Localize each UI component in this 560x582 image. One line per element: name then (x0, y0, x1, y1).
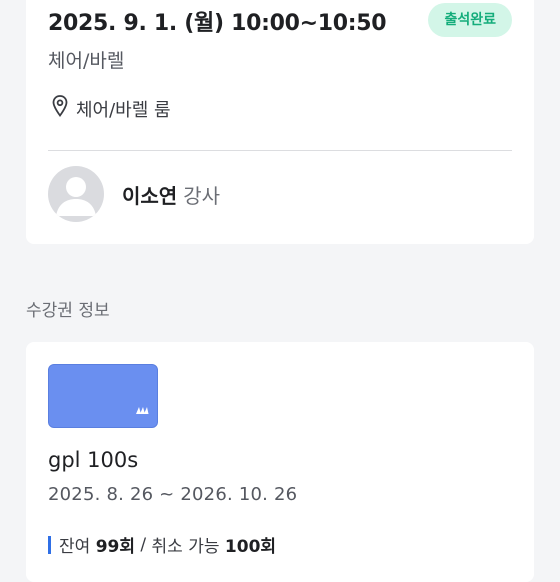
room-label: 체어/바렐 룸 (76, 99, 171, 121)
lesson-card: 2025. 9. 1. (월) 10:00~10:50 출석완료 체어/바렐 체… (26, 0, 534, 244)
accent-bar (48, 535, 51, 554)
instructor-info: 이소연 강사 (122, 180, 220, 209)
cancel-count: 100회 (224, 537, 277, 557)
pass-info-card[interactable]: gpl 100s 2025. 8. 26 ~ 2026. 10. 26 잔여 9… (26, 342, 534, 582)
pass-section-title: 수강권 정보 (26, 301, 110, 321)
avatar-placeholder-icon (48, 166, 104, 222)
remaining-count: 99회 (95, 537, 135, 557)
room-row: 체어/바렐 룸 (52, 95, 171, 122)
instructor-name: 이소연 (122, 184, 178, 208)
cancel-label: 취소 가능 (151, 537, 220, 557)
divider (48, 150, 512, 151)
attendance-status-badge: 출석완료 (428, 3, 512, 37)
usage-separator: / (140, 534, 147, 555)
pass-name: gpl 100s (48, 448, 139, 472)
brand-logo-icon (135, 400, 149, 419)
remaining-label: 잔여 (59, 537, 91, 557)
location-pin-icon (52, 95, 76, 122)
pass-card-image (48, 364, 158, 428)
pass-usage: 잔여 99회 / 취소 가능 100회 (48, 532, 276, 557)
pass-period: 2025. 8. 26 ~ 2026. 10. 26 (48, 484, 298, 505)
lesson-name: 체어/바렐 (48, 50, 125, 72)
lesson-datetime: 2025. 9. 1. (월) 10:00~10:50 (48, 11, 387, 36)
instructor-role: 강사 (183, 184, 221, 208)
